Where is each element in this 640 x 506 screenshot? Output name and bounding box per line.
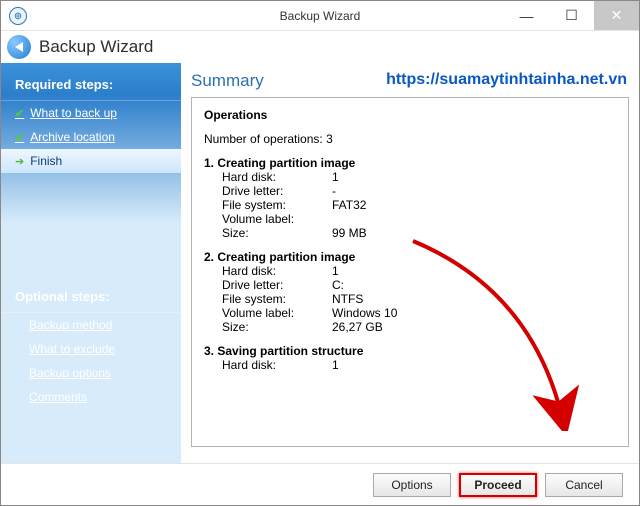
- maximize-button[interactable]: ☐: [549, 1, 594, 30]
- minimize-button[interactable]: —: [504, 1, 549, 30]
- operation-2-title: 2. Creating partition image: [204, 250, 355, 264]
- app-icon: ◎: [9, 7, 27, 25]
- proceed-button[interactable]: Proceed: [459, 473, 537, 497]
- sidebar-item-backup-method[interactable]: Backup method: [1, 313, 181, 337]
- wizard-body: Required steps: What to back up Archive …: [1, 63, 639, 463]
- sidebar-item-what-to-back-up[interactable]: What to back up: [1, 101, 181, 125]
- operations-panel: Operations Number of operations: 3 1. Cr…: [191, 97, 629, 447]
- operation-1: 1. Creating partition image Hard disk:1 …: [204, 156, 616, 240]
- operation-3: 3. Saving partition structure Hard disk:…: [204, 344, 616, 372]
- sidebar-item-backup-options[interactable]: Backup options: [1, 361, 181, 385]
- back-button[interactable]: [7, 35, 31, 59]
- sidebar-item-what-to-exclude[interactable]: What to exclude: [1, 337, 181, 361]
- cancel-button[interactable]: Cancel: [545, 473, 623, 497]
- titlebar: ◎ Backup Wizard — ☐ ✕: [1, 1, 639, 31]
- optional-steps-label: Optional steps:: [1, 283, 181, 313]
- operations-heading: Operations: [204, 108, 267, 122]
- back-arrow-icon: [15, 42, 23, 52]
- footer: Options Proceed Cancel: [1, 463, 639, 505]
- window-title: Backup Wizard: [280, 9, 361, 23]
- sidebar: Required steps: What to back up Archive …: [1, 63, 181, 463]
- operation-2: 2. Creating partition image Hard disk:1 …: [204, 250, 616, 334]
- sidebar-item-comments[interactable]: Comments: [1, 385, 181, 409]
- summary-title: Summary: [191, 71, 264, 91]
- watermark-text: https://suamaytinhtainha.net.vn: [386, 71, 627, 89]
- options-button[interactable]: Options: [373, 473, 451, 497]
- num-operations: Number of operations: 3: [204, 132, 616, 146]
- header: Backup Wizard: [1, 31, 639, 63]
- sidebar-item-archive-location[interactable]: Archive location: [1, 125, 181, 149]
- operation-3-title: 3. Saving partition structure: [204, 344, 363, 358]
- main-panel: Summary https://suamaytinhtainha.net.vn …: [181, 63, 639, 463]
- operation-1-title: 1. Creating partition image: [204, 156, 355, 170]
- close-button[interactable]: ✕: [594, 1, 639, 30]
- window-controls: — ☐ ✕: [504, 1, 639, 30]
- page-title: Backup Wizard: [39, 37, 153, 57]
- sidebar-item-finish[interactable]: Finish: [1, 149, 181, 173]
- required-steps-label: Required steps:: [1, 71, 181, 101]
